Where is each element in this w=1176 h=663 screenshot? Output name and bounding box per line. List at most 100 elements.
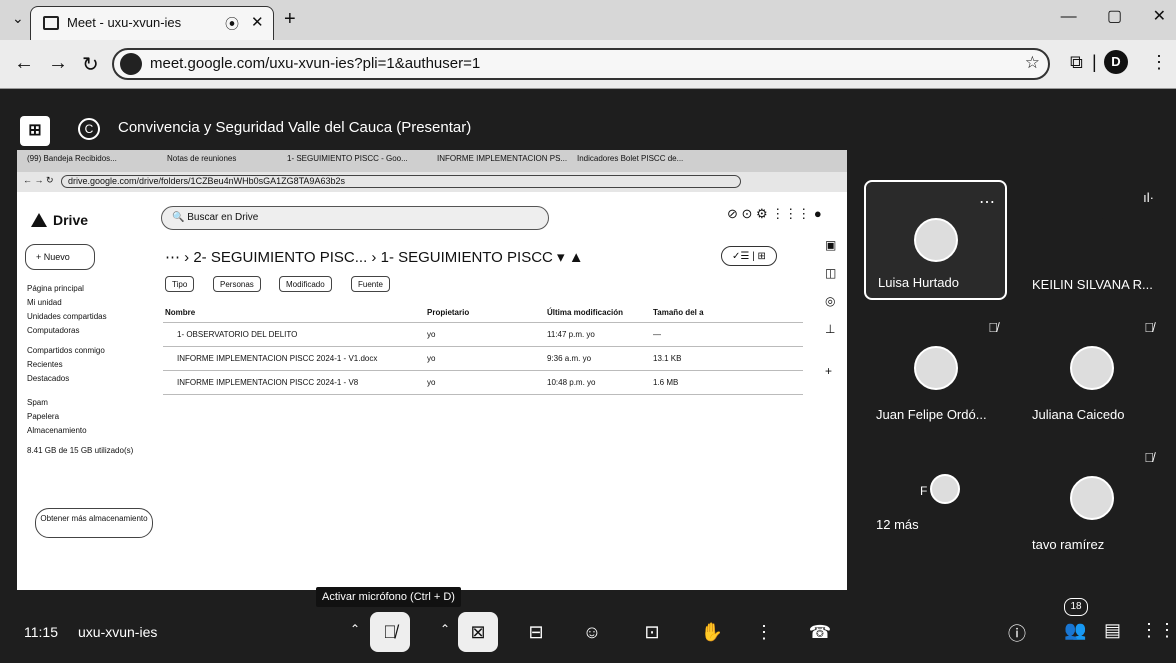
- hang-up-icon: ☎: [808, 622, 832, 642]
- drive-logo: Drive: [31, 212, 88, 228]
- drive-sidebar-item: Mi unidad: [27, 298, 62, 307]
- mic-toggle-button[interactable]: 🎙̸: [370, 612, 410, 652]
- participant-tile-luisa[interactable]: ⋯ Luisa Hurtado: [864, 180, 1007, 300]
- drive-search-placeholder: Buscar en Drive: [187, 212, 259, 223]
- shared-url: drive.google.com/drive/folders/1CZBeu4nW…: [61, 175, 741, 188]
- maximize-icon[interactable]: ▢: [1107, 8, 1122, 25]
- participant-tile-juan[interactable]: 🎙̸ Juan Felipe Ordó...: [864, 310, 1008, 430]
- participant-name: Luisa Hurtado: [878, 275, 959, 290]
- file-name: INFORME IMPLEMENTACION PISCC 2024-1 - V8: [177, 378, 359, 387]
- row-divider: [163, 322, 803, 323]
- shared-screen: (99) Bandeja Recibidos... Notas de reuni…: [17, 150, 847, 590]
- address-bar[interactable]: meet.google.com/uxu-xvun-ies?pli=1&authu…: [112, 48, 1050, 80]
- drive-label: Drive: [53, 212, 89, 228]
- meeting-time: 11:15: [24, 624, 58, 640]
- meeting-info-icon[interactable]: ⓘ: [1008, 620, 1026, 646]
- column-header: Última modificación: [547, 308, 624, 317]
- site-info-icon[interactable]: [120, 53, 142, 75]
- captions-icon: ⊟: [528, 622, 544, 642]
- shared-tab: 1- SEGUIMIENTO PISCC - Goo...: [287, 154, 408, 163]
- tab-title: Meet - uxu-xvun-ies: [67, 15, 182, 30]
- bookmark-star-icon[interactable]: ☆: [1025, 53, 1040, 73]
- browser-tab-meet[interactable]: Meet - uxu-xvun-ies ⦿ ✕: [30, 6, 274, 40]
- browser-menu-icon[interactable]: ⋮: [1150, 52, 1168, 73]
- participant-avatar: [1070, 476, 1114, 520]
- others-initial: F: [920, 484, 928, 498]
- close-tab-icon[interactable]: ✕: [251, 13, 264, 31]
- reload-icon[interactable]: ↻: [82, 52, 99, 77]
- shared-nav-icons: ← → ↻: [23, 175, 54, 185]
- meet-favicon-icon: [43, 16, 59, 30]
- participant-name: Juliana Caicedo: [1032, 407, 1125, 422]
- camera-off-icon: ⊠: [470, 622, 486, 642]
- camera-toggle-button[interactable]: ⊠: [458, 612, 498, 652]
- window-controls: — ▢ ✕: [1035, 6, 1166, 26]
- participant-avatar: [1070, 216, 1114, 260]
- forward-icon[interactable]: →: [48, 52, 68, 75]
- people-icon[interactable]: 👥: [1064, 620, 1086, 641]
- participant-name: KEILIN SILVANA R...: [1032, 277, 1153, 292]
- close-window-icon[interactable]: ✕: [1153, 8, 1166, 25]
- file-owner: yo: [427, 330, 436, 339]
- participant-tile-keilin[interactable]: ıl· KEILIN SILVANA R...: [1020, 180, 1164, 300]
- url-text: meet.google.com/uxu-xvun-ies?pli=1&authu…: [150, 55, 481, 72]
- chat-icon[interactable]: ▤: [1104, 620, 1121, 641]
- more-options-icon[interactable]: ⋯: [979, 192, 995, 212]
- present-button[interactable]: ⊡: [632, 612, 672, 652]
- drive-sidebar-item: Computadoras: [27, 326, 80, 335]
- shared-address-bar: ← → ↻ drive.google.com/drive/folders/1CZ…: [17, 172, 847, 192]
- drive-storage-button: Obtener más almacenamiento: [35, 508, 153, 538]
- file-modified: 10:48 p.m. yo: [547, 378, 596, 387]
- file-modified: 11:47 p.m. yo: [547, 330, 595, 339]
- drive-logo-icon: [31, 213, 47, 227]
- tab-search-icon[interactable]: ⌄: [12, 10, 24, 27]
- more-options-button[interactable]: ⋮: [744, 612, 784, 652]
- participant-avatar: [913, 218, 958, 262]
- extensions-icon[interactable]: ⧉: [1070, 52, 1083, 73]
- record-icon: ⦿: [225, 16, 239, 32]
- file-name: INFORME IMPLEMENTACION PISCC 2024-1 - V1…: [177, 354, 378, 363]
- present-icon: ⊡: [644, 622, 660, 642]
- drive-sidebar-item: Unidades compartidas: [27, 312, 107, 321]
- back-icon[interactable]: ←: [14, 52, 34, 75]
- drive-filter: Modificado: [279, 276, 332, 292]
- drive-sidebar-item: Almacenamiento: [27, 426, 87, 435]
- audio-options-caret-icon[interactable]: ⌃: [350, 622, 360, 636]
- mic-off-icon: 🎙̸: [988, 320, 998, 335]
- reactions-button[interactable]: ☺: [572, 612, 612, 652]
- video-options-caret-icon[interactable]: ⌃: [440, 622, 450, 636]
- activities-icon[interactable]: ⋮⋮: [1140, 620, 1176, 641]
- leave-call-button[interactable]: ☎: [800, 612, 840, 652]
- captions-button[interactable]: ⊟: [516, 612, 556, 652]
- participant-name: Juan Felipe Ordó...: [876, 407, 987, 422]
- breadcrumb-parent: 2- SEGUIMIENTO PISC...: [193, 249, 368, 266]
- raise-hand-button[interactable]: ✋: [692, 612, 732, 652]
- profile-avatar[interactable]: D: [1104, 50, 1128, 74]
- participant-tile-juliana[interactable]: 🎙̸ Juliana Caicedo: [1020, 310, 1164, 430]
- participant-tile-more[interactable]: F 12 más: [864, 440, 1008, 560]
- drive-top-icons: ⊘ ⊙ ⚙ ⋮⋮⋮ ●: [727, 206, 822, 221]
- drive-side-panel-icons: ▣ ◫ ◎ ⊥ +: [825, 238, 837, 378]
- shared-tab: (99) Bandeja Recibidos...: [27, 154, 117, 163]
- mic-tooltip: Activar micrófono (Ctrl + D): [316, 587, 461, 607]
- drive-filter: Fuente: [351, 276, 390, 292]
- shared-tab: Indicadores Bolet PISCC de...: [577, 154, 684, 163]
- breadcrumb-current: 1- SEGUIMIENTO PISCC: [380, 249, 553, 266]
- people-count-badge: 18: [1064, 598, 1088, 616]
- emoji-icon: ☺: [582, 622, 602, 642]
- toolbar-separator: |: [1092, 52, 1097, 72]
- shared-tab-strip: (99) Bandeja Recibidos... Notas de reuni…: [17, 150, 847, 172]
- minimize-icon[interactable]: —: [1061, 8, 1077, 25]
- drive-search: 🔍 Buscar en Drive: [161, 206, 549, 230]
- participant-tile-tavo[interactable]: 🎙̸ tavo ramírez: [1020, 440, 1164, 560]
- file-name: 1- OBSERVATORIO DEL DELITO: [177, 330, 298, 339]
- more-vert-icon: ⋮: [755, 622, 773, 642]
- shared-tab: Notas de reuniones: [167, 154, 237, 163]
- drive-new-button: + Nuevo: [25, 244, 95, 270]
- row-divider: [163, 394, 803, 395]
- file-size: 1.6 MB: [653, 378, 679, 387]
- column-header: Nombre: [165, 308, 196, 317]
- new-tab-button[interactable]: +: [284, 8, 296, 31]
- drive-new-label: Nuevo: [43, 252, 70, 262]
- row-divider: [163, 370, 803, 371]
